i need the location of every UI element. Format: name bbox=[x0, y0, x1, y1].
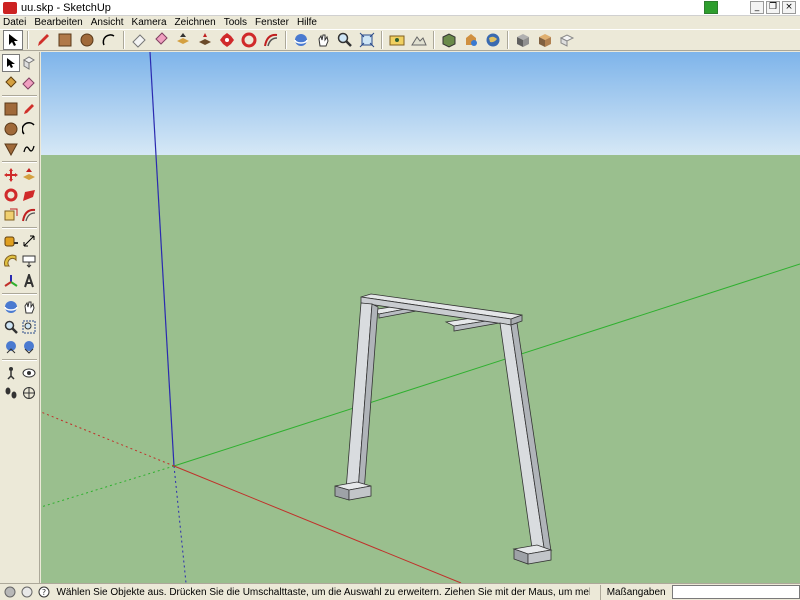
zoom-icon[interactable] bbox=[335, 30, 355, 50]
pencil-icon[interactable] bbox=[33, 30, 53, 50]
window-title: uu.skp - SketchUp bbox=[21, 1, 111, 14]
freehand-icon[interactable] bbox=[21, 140, 39, 158]
share-model-icon[interactable] bbox=[461, 30, 481, 50]
pan-icon[interactable] bbox=[313, 30, 333, 50]
get-photo-texture-icon[interactable] bbox=[535, 30, 555, 50]
title-bar: uu.skp - SketchUp _ ❐ × bbox=[0, 0, 800, 16]
rectangle-icon[interactable] bbox=[2, 100, 20, 118]
circle-icon[interactable] bbox=[2, 120, 20, 138]
close-button[interactable]: × bbox=[782, 1, 796, 14]
restore-button[interactable]: ❐ bbox=[766, 1, 780, 14]
menu-tools[interactable]: Tools bbox=[224, 17, 247, 28]
next-view-icon[interactable] bbox=[21, 338, 39, 356]
orbit-icon[interactable] bbox=[291, 30, 311, 50]
section-plane-icon[interactable] bbox=[21, 384, 39, 402]
position-camera-icon[interactable] bbox=[2, 364, 20, 382]
walk-icon[interactable] bbox=[2, 384, 20, 402]
menu-ansicht[interactable]: Ansicht bbox=[91, 17, 124, 28]
text-icon[interactable] bbox=[21, 252, 39, 270]
pencil-icon[interactable] bbox=[21, 100, 39, 118]
offset-icon[interactable] bbox=[21, 206, 39, 224]
push-pull-icon[interactable] bbox=[21, 166, 39, 184]
svg-text:?: ? bbox=[41, 588, 45, 597]
follow-me-icon[interactable] bbox=[21, 186, 39, 204]
zoom-extents-icon[interactable] bbox=[357, 30, 377, 50]
offset-icon[interactable] bbox=[261, 30, 281, 50]
3d-scene[interactable] bbox=[41, 52, 800, 583]
menu-fenster[interactable]: Fenster bbox=[255, 17, 289, 28]
scale-icon[interactable] bbox=[2, 206, 20, 224]
select-arrow-icon[interactable] bbox=[2, 54, 20, 72]
get-models-icon[interactable] bbox=[439, 30, 459, 50]
protractor-icon[interactable] bbox=[2, 252, 20, 270]
google-earth-icon[interactable] bbox=[483, 30, 503, 50]
minimize-button[interactable]: _ bbox=[750, 1, 764, 14]
paint-bucket-icon[interactable] bbox=[151, 30, 171, 50]
section-icon[interactable] bbox=[557, 30, 577, 50]
ground-plane bbox=[41, 155, 800, 583]
geo-location-icon[interactable] bbox=[3, 585, 17, 599]
sketchup-logo-icon bbox=[3, 1, 17, 14]
orbit-icon[interactable] bbox=[2, 298, 20, 316]
look-around-icon[interactable] bbox=[21, 364, 39, 382]
rotate-icon[interactable] bbox=[2, 186, 20, 204]
eraser-icon[interactable] bbox=[21, 74, 39, 92]
select-arrow-icon[interactable] bbox=[3, 30, 23, 50]
online-status-icon[interactable] bbox=[704, 1, 718, 14]
3d-text-icon[interactable] bbox=[21, 272, 39, 290]
add-location-icon[interactable] bbox=[387, 30, 407, 50]
toggle-terrain-icon[interactable] bbox=[409, 30, 429, 50]
follow-me-icon[interactable] bbox=[239, 30, 259, 50]
push-pull-icon[interactable] bbox=[173, 30, 193, 50]
arc-icon[interactable] bbox=[21, 120, 39, 138]
status-hint: Wählen Sie Objekte aus. Drücken Sie die … bbox=[56, 586, 589, 598]
arc-icon[interactable] bbox=[99, 30, 119, 50]
rectangle-icon[interactable] bbox=[55, 30, 75, 50]
menu-bar: Datei Bearbeiten Ansicht Kamera Zeichnen… bbox=[0, 16, 800, 29]
menu-datei[interactable]: Datei bbox=[3, 17, 26, 28]
components-icon[interactable] bbox=[513, 30, 533, 50]
menu-bearbeiten[interactable]: Bearbeiten bbox=[34, 17, 82, 28]
status-bar: ? Wählen Sie Objekte aus. Drücken Sie di… bbox=[0, 583, 800, 600]
menu-hilfe[interactable]: Hilfe bbox=[297, 17, 317, 28]
help-icon[interactable]: ? bbox=[37, 585, 51, 599]
dimension-icon[interactable] bbox=[21, 232, 39, 250]
menu-zeichnen[interactable]: Zeichnen bbox=[175, 17, 216, 28]
modeling-viewport[interactable] bbox=[41, 52, 800, 583]
paint-bucket-icon[interactable] bbox=[2, 74, 20, 92]
polygon-icon[interactable] bbox=[2, 140, 20, 158]
tape-measure-icon[interactable] bbox=[2, 232, 20, 250]
zoom-icon[interactable] bbox=[2, 318, 20, 336]
left-toolbar bbox=[0, 52, 40, 583]
rotate-icon[interactable] bbox=[217, 30, 237, 50]
measurements-input[interactable] bbox=[671, 585, 800, 599]
move-icon[interactable] bbox=[2, 166, 20, 184]
make-component-icon[interactable] bbox=[21, 54, 38, 72]
measurements-label: Maßangaben bbox=[599, 584, 666, 600]
axes-icon[interactable] bbox=[2, 272, 20, 290]
circle-icon[interactable] bbox=[77, 30, 97, 50]
menu-kamera[interactable]: Kamera bbox=[132, 17, 167, 28]
previous-view-icon[interactable] bbox=[2, 338, 20, 356]
credits-icon[interactable] bbox=[20, 585, 34, 599]
move-icon[interactable] bbox=[195, 30, 215, 50]
eraser-icon[interactable] bbox=[129, 30, 149, 50]
main-toolbar bbox=[0, 29, 800, 51]
pan-icon[interactable] bbox=[21, 298, 39, 316]
zoom-window-icon[interactable] bbox=[21, 318, 39, 336]
